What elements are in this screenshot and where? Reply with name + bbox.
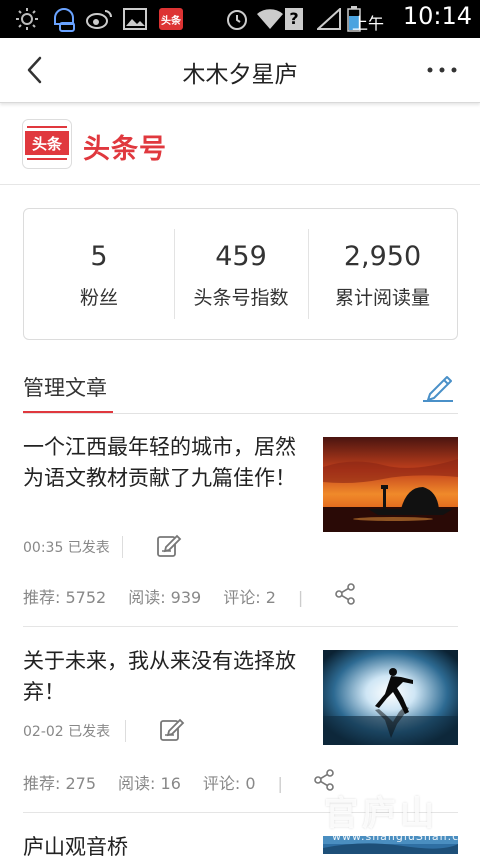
alarm-icon <box>224 6 250 32</box>
nav-bar: 木木夕星庐 <box>0 38 480 103</box>
more-dots-icon <box>427 67 457 73</box>
status-time: 10:14 <box>402 2 472 30</box>
stat-recommend: 推荐: 275 <box>23 774 97 793</box>
article-time: 00:35 已发表 <box>23 540 110 556</box>
status-bar: 头条 ? 上午 10:14 <box>0 0 480 38</box>
article-stats: 推荐: 5752 阅读: 939 评论: 2 | <box>23 584 323 608</box>
stat-reads: 阅读: 16 <box>118 774 181 793</box>
article-divider <box>23 626 458 627</box>
article-title[interactable]: 庐山观音桥 <box>23 832 303 863</box>
brand-header: 头条 头条号 <box>0 103 480 185</box>
stat-label: 粉丝 <box>79 287 118 309</box>
toutiao-app-icon: 头条 <box>158 6 184 32</box>
share-button[interactable] <box>333 582 357 606</box>
pipe-separator: | <box>277 774 283 793</box>
watermark: 官庐山 www.shangluShan.com <box>318 786 480 846</box>
separator <box>125 720 126 742</box>
separator <box>122 536 123 558</box>
article-title[interactable]: 一个江西最年轻的城市，居然为语文教材贡献了九篇佳作！ <box>23 432 303 494</box>
share-icon <box>335 583 355 605</box>
stat-index[interactable]: 459 头条号指数 <box>174 209 308 339</box>
article-title[interactable]: 关于未来，我从来没有选择放弃！ <box>23 646 303 708</box>
edit-article-button[interactable] <box>159 716 185 742</box>
article-time: 02-02 已发表 <box>23 724 111 740</box>
toutiao-app-badge: 头条 <box>159 8 183 30</box>
wifi-icon <box>256 6 284 32</box>
logo-text: 头条 <box>32 135 63 153</box>
stat-comments: 评论: 0 <box>202 774 256 793</box>
stat-label: 头条号指数 <box>193 287 289 309</box>
stats-card: 5 粉丝 459 头条号指数 2,950 累计阅读量 <box>23 208 458 340</box>
image-icon <box>122 6 148 32</box>
section-title[interactable]: 管理文章 <box>23 372 107 402</box>
stat-fans[interactable]: 5 粉丝 <box>24 209 174 339</box>
toutiao-logo: 头条 <box>22 119 72 169</box>
weibo-icon <box>84 6 114 32</box>
brand-name: 头条号 <box>83 134 167 165</box>
page-title: 木木夕星庐 <box>182 62 298 88</box>
pipe-separator: | <box>297 588 304 607</box>
edit-icon <box>160 718 185 741</box>
stat-value: 5 <box>90 241 108 272</box>
stat-label: 累计阅读量 <box>334 287 430 309</box>
compose-icon <box>423 376 453 402</box>
stat-value: 459 <box>215 241 267 272</box>
stat-recommend: 推荐: 5752 <box>23 588 107 607</box>
status-ampm: 上午 <box>351 14 384 33</box>
compose-button[interactable] <box>420 368 456 404</box>
stat-comments: 评论: 2 <box>223 588 276 607</box>
article-stats: 推荐: 275 阅读: 16 评论: 0 | <box>23 770 303 794</box>
brightness-icon <box>14 6 40 32</box>
sunset-pagoda-image[interactable] <box>323 437 458 532</box>
question-icon: ? <box>284 6 304 32</box>
stat-reads: 阅读: 939 <box>128 588 202 607</box>
section-divider <box>23 413 458 414</box>
runner-silhouette-image[interactable] <box>323 650 458 745</box>
chat-icon <box>50 6 78 32</box>
stat-value: 2,950 <box>343 241 422 272</box>
watermark-url: www.shangluShan.com <box>332 830 479 843</box>
signal-icon <box>316 6 342 32</box>
watermark-title: 官庐山 <box>324 794 438 834</box>
section-active-underline <box>23 411 113 413</box>
edit-icon <box>157 534 182 557</box>
edit-article-button[interactable] <box>156 532 182 558</box>
stat-reads[interactable]: 2,950 累计阅读量 <box>308 209 457 339</box>
more-button[interactable] <box>422 52 462 88</box>
